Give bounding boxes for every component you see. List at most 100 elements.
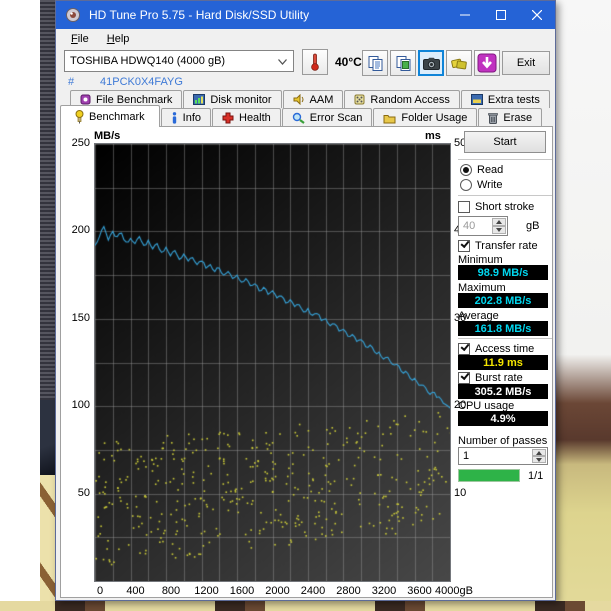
burst-rate-value: 305.2 MB/s bbox=[458, 384, 548, 399]
titlebar[interactable]: HD Tune Pro 5.75 - Hard Disk/SSD Utility bbox=[56, 1, 555, 29]
tab-label: File Benchmark bbox=[96, 94, 172, 106]
sparkplug-icon bbox=[75, 110, 84, 124]
tab-info[interactable]: Info bbox=[161, 108, 211, 127]
access-time-value: 11.9 ms bbox=[458, 355, 548, 370]
minimum-value: 98.9 MB/s bbox=[458, 265, 548, 280]
background-artwork-left-hatch bbox=[40, 0, 55, 430]
access-time-checkbox[interactable]: Access time bbox=[458, 343, 534, 355]
tab-folder-usage[interactable]: Folder Usage bbox=[373, 108, 477, 127]
average-value: 161.8 MB/s bbox=[458, 321, 548, 336]
minimize-button[interactable] bbox=[447, 1, 483, 29]
passes-value: 1 bbox=[463, 450, 469, 462]
copy-text-button[interactable] bbox=[362, 50, 388, 76]
tab-disk-monitor[interactable]: Disk monitor bbox=[183, 90, 281, 108]
background-artwork-left-navy bbox=[40, 400, 55, 475]
window-title: HD Tune Pro 5.75 - Hard Disk/SSD Utility bbox=[89, 8, 309, 22]
passes-spinner[interactable]: 1 bbox=[458, 447, 548, 465]
access-time-label: Access time bbox=[475, 343, 534, 355]
write-radio[interactable]: Write bbox=[460, 179, 502, 191]
tab-health[interactable]: Health bbox=[212, 108, 281, 127]
exit-label: Exit bbox=[517, 57, 535, 69]
short-stroke-size-spinner[interactable]: 40 bbox=[458, 216, 508, 236]
spin-up-button[interactable] bbox=[532, 449, 546, 456]
copy-image-icon bbox=[395, 55, 412, 72]
drive-selected-value: TOSHIBA HDWQ140 (4000 gB) bbox=[70, 55, 225, 67]
drive-select[interactable]: TOSHIBA HDWQ140 (4000 gB) bbox=[64, 50, 294, 72]
serial-prefix: # bbox=[68, 76, 74, 88]
maximize-button[interactable] bbox=[483, 1, 519, 29]
tab-label: Error Scan bbox=[310, 112, 363, 124]
start-button[interactable]: Start bbox=[464, 131, 546, 153]
radio-selected-icon bbox=[460, 164, 472, 176]
burst-rate-label: Burst rate bbox=[475, 372, 523, 384]
tab-label: Random Access bbox=[370, 94, 449, 106]
tab-row-2: Benchmark Info Health Error Scan Folder … bbox=[60, 108, 543, 127]
chevron-down-icon bbox=[278, 59, 287, 65]
divider bbox=[458, 159, 552, 161]
tab-random-access[interactable]: Random Access bbox=[344, 90, 459, 108]
tab-erase[interactable]: Erase bbox=[478, 108, 542, 127]
tab-label: Health bbox=[239, 112, 271, 124]
extra-tests-icon bbox=[471, 94, 483, 105]
spin-down-button[interactable] bbox=[532, 456, 546, 463]
minimize-icon bbox=[460, 10, 470, 20]
transfer-rate-label: Transfer rate bbox=[475, 240, 538, 252]
divider bbox=[458, 195, 552, 197]
thermometer-icon bbox=[310, 53, 320, 71]
camera-icon bbox=[423, 57, 440, 70]
magnifier-icon bbox=[292, 112, 305, 124]
tab-error-scan[interactable]: Error Scan bbox=[282, 108, 373, 127]
serial-row: # 41PCK0X4FAYG bbox=[56, 76, 555, 90]
tab-aam[interactable]: AAM bbox=[283, 90, 344, 108]
read-radio[interactable]: Read bbox=[460, 164, 503, 176]
tab-extra-tests[interactable]: Extra tests bbox=[461, 90, 550, 108]
checkbox-checked-icon bbox=[458, 240, 470, 252]
transfer-rate-checkbox[interactable]: Transfer rate bbox=[458, 240, 538, 252]
tab-label: Extra tests bbox=[488, 94, 540, 106]
copy-text-icon bbox=[367, 55, 384, 72]
short-stroke-unit: gB bbox=[526, 220, 539, 232]
checkbox-checked-icon bbox=[458, 372, 470, 384]
temperature-button[interactable] bbox=[302, 49, 328, 75]
dice-icon bbox=[354, 94, 365, 105]
tab-label: Erase bbox=[503, 112, 532, 124]
menu-help[interactable]: Help bbox=[100, 31, 137, 47]
background-artwork-left-cream bbox=[40, 475, 55, 611]
menubar: File Help bbox=[56, 29, 555, 48]
info-icon bbox=[171, 112, 178, 124]
passes-label: Number of passes bbox=[458, 435, 547, 447]
hd-tune-window: HD Tune Pro 5.75 - Hard Disk/SSD Utility… bbox=[55, 0, 556, 601]
cpu-usage-value: 4.9% bbox=[458, 411, 548, 426]
short-stroke-label: Short stroke bbox=[475, 201, 534, 213]
burst-rate-checkbox[interactable]: Burst rate bbox=[458, 372, 523, 384]
close-button[interactable] bbox=[519, 1, 555, 29]
checkbox-checked-icon bbox=[458, 343, 470, 355]
start-label: Start bbox=[493, 136, 516, 148]
tab-benchmark[interactable]: Benchmark bbox=[60, 105, 160, 127]
checkbox-unchecked-icon bbox=[458, 201, 470, 213]
copy-image-button[interactable] bbox=[390, 50, 416, 76]
maximize-icon bbox=[496, 10, 506, 20]
temperature-value: 40°C bbox=[335, 55, 362, 69]
pass-progress-bar bbox=[458, 469, 520, 482]
serial-number: 41PCK0X4FAYG bbox=[100, 76, 183, 88]
exit-button[interactable]: Exit bbox=[502, 51, 550, 75]
screenshot-button[interactable] bbox=[418, 50, 444, 76]
save-image-button[interactable] bbox=[446, 50, 472, 76]
health-cross-icon bbox=[222, 112, 234, 124]
read-label: Read bbox=[477, 164, 503, 176]
short-stroke-checkbox[interactable]: Short stroke bbox=[458, 201, 534, 213]
tab-label: Disk monitor bbox=[210, 94, 271, 106]
pass-progress-text: 1/1 bbox=[528, 470, 543, 482]
spin-down-button[interactable] bbox=[492, 226, 506, 234]
app-icon bbox=[65, 7, 81, 23]
menu-file[interactable]: File bbox=[64, 31, 96, 47]
spin-up-button[interactable] bbox=[492, 218, 506, 226]
maximum-value: 202.8 MB/s bbox=[458, 293, 548, 308]
tab-label: AAM bbox=[310, 94, 334, 106]
speaker-icon bbox=[293, 94, 305, 105]
download-results-button[interactable] bbox=[474, 50, 500, 76]
short-stroke-value: 40 bbox=[463, 220, 475, 232]
folder-icon bbox=[383, 113, 396, 124]
tab-label: Benchmark bbox=[89, 111, 145, 123]
